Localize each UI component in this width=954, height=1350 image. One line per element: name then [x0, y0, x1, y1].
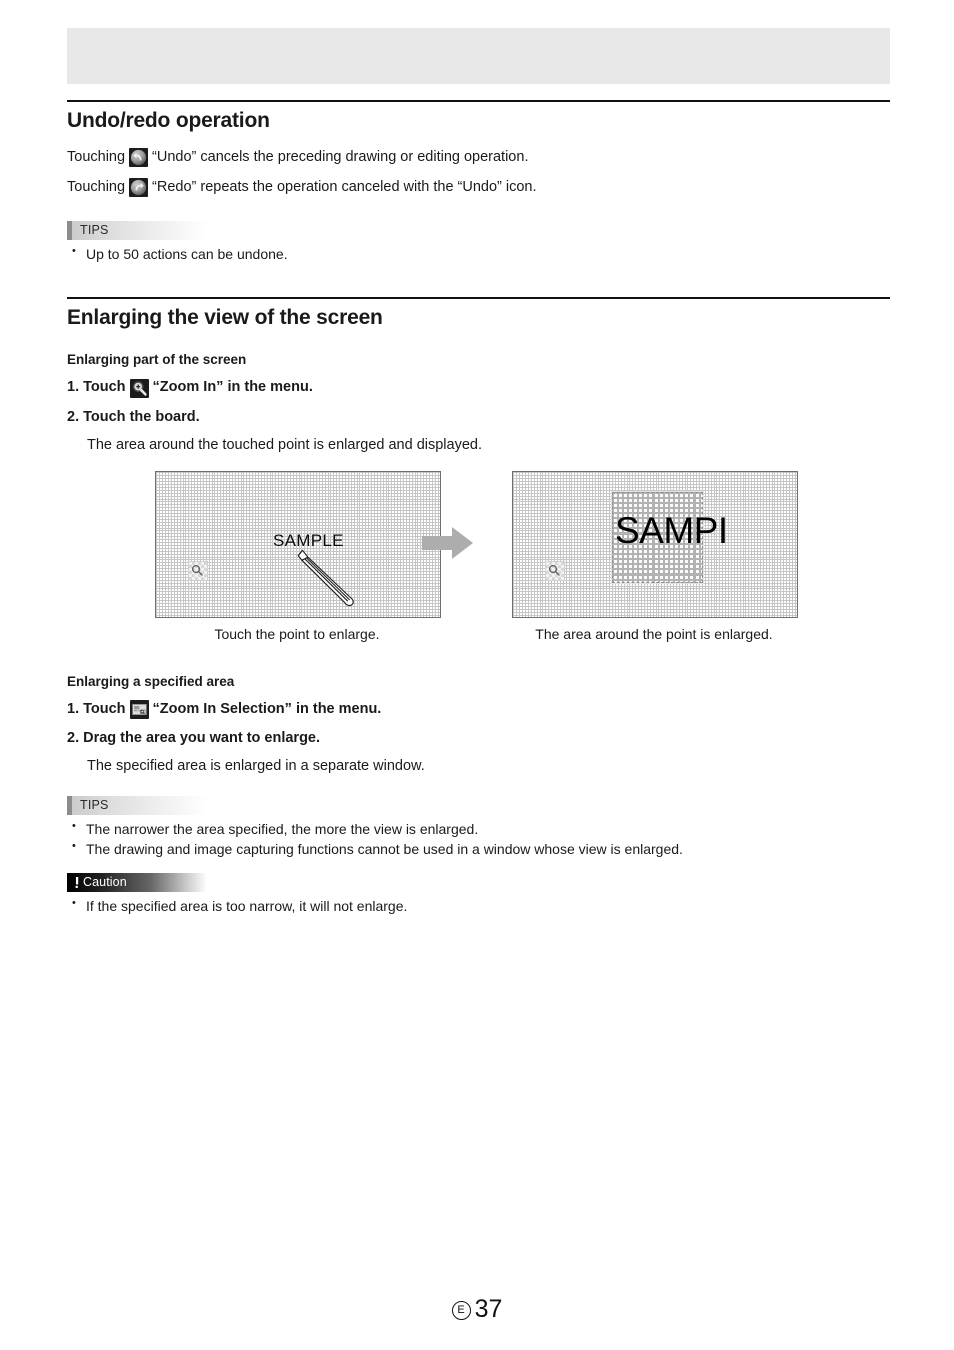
- section-rule: [67, 297, 890, 300]
- step-2-text: 2. Touch the board.: [67, 409, 200, 426]
- figure-caption-right: The area around the point is enlarged.: [535, 625, 773, 642]
- section-undo-redo: Undo/redo operation Touching “Undo” canc…: [67, 100, 890, 263]
- undo-description-post: “Undo” cancels the preceding drawing or …: [152, 149, 529, 165]
- tips-banner-enlarging: TIPS: [67, 795, 207, 815]
- page-title-undo-redo: Undo/redo operation: [67, 109, 270, 132]
- zoom-in-selection-icon[interactable]: [129, 700, 149, 720]
- step-1-text: “Zoom In” in the menu.: [152, 379, 313, 396]
- page-content: Undo/redo operation Touching “Undo” canc…: [67, 100, 890, 917]
- caution-list: If the specified area is too narrow, it …: [67, 896, 890, 916]
- zoom-in-icon[interactable]: [129, 378, 149, 398]
- magnifier-tool-icon[interactable]: [545, 560, 565, 581]
- redo-icon[interactable]: [129, 178, 149, 198]
- tips-banner-undo: TIPS: [67, 220, 207, 240]
- tips-list-undo: Up to 50 actions can be undone.: [67, 244, 890, 264]
- subheading-enlarging-part: Enlarging part of the screen: [67, 352, 247, 368]
- step-2-text: 2. Drag the area you want to enlarge.: [67, 730, 321, 747]
- figure-caption-left: Touch the point to enlarge.: [214, 625, 380, 642]
- page-title-enlarging-view: Enlarging the view of the screen: [67, 306, 383, 330]
- board-before-zoom: SAMPLE: [155, 470, 441, 618]
- list-item: The narrower the area specified, the mor…: [67, 819, 890, 839]
- redo-description-line: Touching “Redo” repeats the operation ca…: [67, 177, 890, 199]
- caution-banner: Caution: [67, 872, 207, 892]
- tips-label: TIPS: [80, 223, 109, 237]
- caution-label: Caution: [83, 875, 127, 890]
- undo-icon[interactable]: [129, 148, 149, 168]
- step-1-label: 1. Touch: [67, 700, 126, 717]
- step-1-zoom-in-selection: 1. Touch “Zoom In Selection” in the menu…: [67, 699, 890, 721]
- pen-icon: [295, 546, 367, 613]
- list-item: The drawing and image capturing function…: [67, 839, 890, 859]
- exclamation-icon: [72, 876, 82, 889]
- page-number: 37: [474, 1295, 503, 1323]
- step-1-text: “Zoom In Selection” in the menu.: [152, 700, 382, 717]
- header-band: [67, 28, 890, 84]
- step-2-touch-board: 2. Touch the board.: [67, 407, 890, 429]
- list-item: If the specified area is too narrow, it …: [67, 896, 890, 916]
- subheading-enlarging-specified-area: Enlarging a specified area: [67, 673, 235, 689]
- board-sample-text-enlarged: SAMPI: [615, 509, 728, 551]
- language-mark: E: [451, 1301, 471, 1320]
- right-arrow-icon: [422, 526, 474, 565]
- magnifier-tool-icon[interactable]: [188, 560, 208, 581]
- undo-description-pre: Touching: [67, 149, 126, 165]
- figure-zoom-demo: SAMPLE SAMPI Touch the point to enlarge.…: [67, 470, 890, 656]
- tips-label: TIPS: [80, 798, 109, 813]
- redo-description-post: “Redo” repeats the operation canceled wi…: [152, 178, 537, 195]
- undo-description-line: Touching “Undo” cancels the preceding dr…: [67, 147, 890, 169]
- step-2-drag-area: 2. Drag the area you want to enlarge.: [67, 728, 890, 750]
- document-page: Undo/redo operation Touching “Undo” canc…: [0, 0, 954, 1350]
- redo-description-pre: Touching: [67, 178, 126, 195]
- tips-list-enlarging: The narrower the area specified, the mor…: [67, 819, 890, 859]
- step-1-zoom-in: 1. Touch “Zoom In” in the menu.: [67, 377, 890, 399]
- step-2-detail: The area around the touched point is enl…: [87, 436, 483, 453]
- step-2-detail: The specified area is enlarged in a sepa…: [87, 758, 425, 775]
- step-1-label: 1. Touch: [67, 379, 126, 396]
- board-after-zoom: SAMPI: [512, 470, 798, 618]
- section-rule: [67, 100, 890, 102]
- section-enlarging-view: Enlarging the view of the screen Enlargi…: [67, 297, 890, 915]
- list-item: Up to 50 actions can be undone.: [67, 244, 890, 264]
- page-footer: E 37: [0, 1295, 954, 1324]
